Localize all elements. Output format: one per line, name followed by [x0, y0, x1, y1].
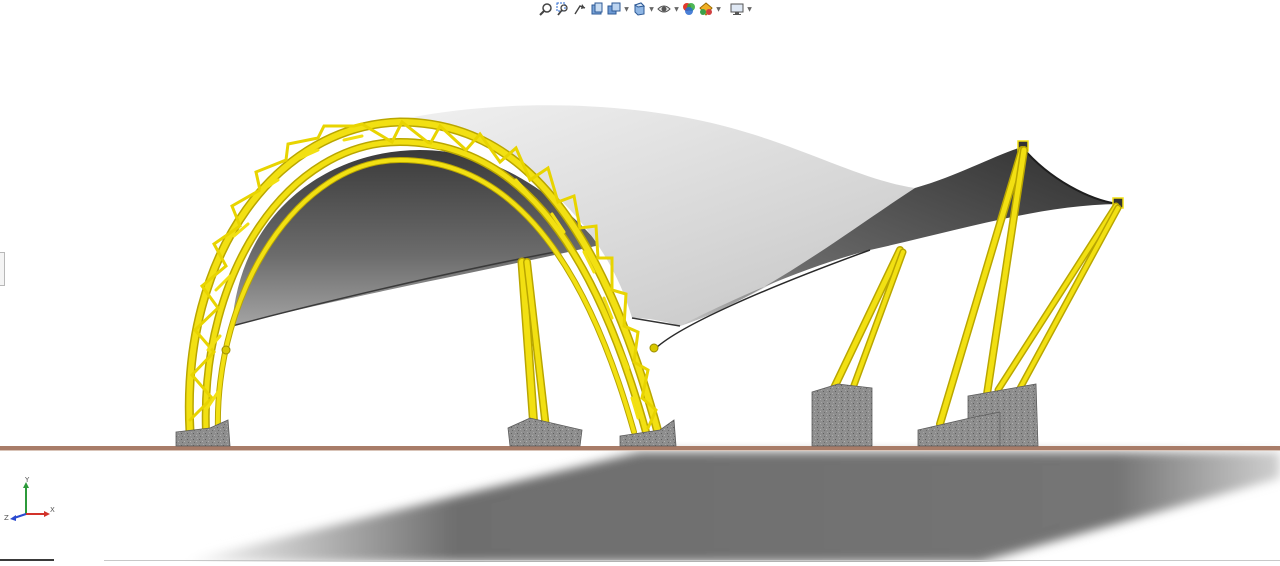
view-settings-icon[interactable] — [729, 1, 745, 17]
ground-shadow — [180, 452, 1280, 562]
heads-up-view-toolbar: ▼ ▼ ▼ ▼ ▼ — [538, 0, 753, 18]
hide-show-dropdown-icon[interactable]: ▼ — [673, 1, 680, 17]
apply-scene-icon[interactable] — [698, 1, 714, 17]
previous-view-icon[interactable] — [572, 1, 588, 17]
section-view-icon[interactable] — [589, 1, 605, 17]
floor-edge — [0, 446, 1280, 451]
concrete-footings — [175, 383, 1039, 447]
z-arrow-icon — [10, 515, 16, 521]
triad-x-label: X — [50, 506, 55, 514]
view-settings-dropdown-icon[interactable]: ▼ — [746, 1, 753, 17]
feature-manager-collapse-tab[interactable] — [0, 252, 5, 286]
zoom-to-fit-icon[interactable] — [538, 1, 554, 17]
apply-scene-dropdown-icon[interactable]: ▼ — [715, 1, 722, 17]
middle-posts — [517, 257, 550, 433]
reference-triad: Y X Z — [4, 476, 60, 522]
status-bar-divider — [0, 559, 54, 561]
zoom-to-area-icon[interactable] — [555, 1, 571, 17]
view-orientation-dropdown-icon[interactable]: ▼ — [623, 1, 630, 17]
display-style-dropdown-icon[interactable]: ▼ — [648, 1, 655, 17]
triad-z-label: Z — [4, 514, 9, 522]
model-render[interactable] — [0, 0, 1280, 562]
graphics-viewport[interactable]: ▼ ▼ ▼ ▼ ▼ Y X Z — [0, 0, 1280, 562]
edit-appearance-icon[interactable] — [681, 1, 697, 17]
display-style-icon[interactable] — [631, 1, 647, 17]
triad-y-label: Y — [24, 476, 30, 484]
membrane-canopy — [231, 105, 1124, 349]
status-bar-edge — [104, 560, 1280, 561]
hide-show-items-icon[interactable] — [656, 1, 672, 17]
view-orientation-icon[interactable] — [606, 1, 622, 17]
